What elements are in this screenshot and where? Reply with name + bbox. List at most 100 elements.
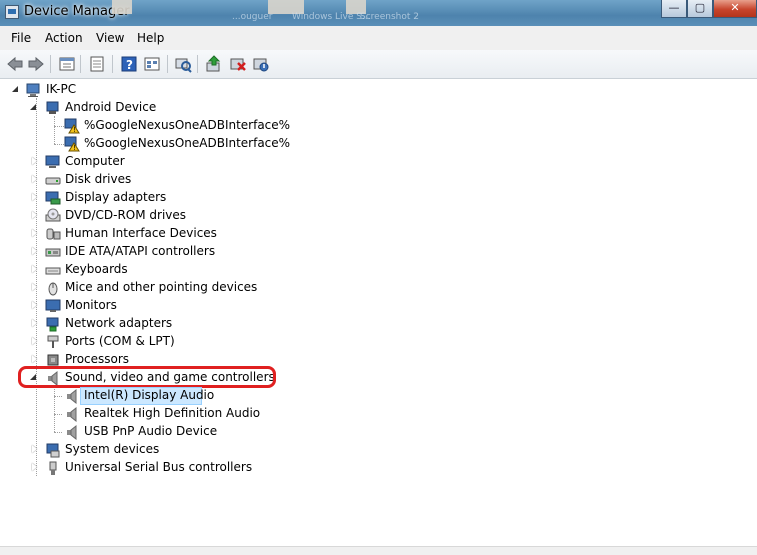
tree-root-label: IK-PC: [46, 82, 77, 96]
tree-item-monitors[interactable]: Monitors: [0, 297, 757, 315]
tree-child-realtek-audio[interactable]: Realtek High Definition Audio: [0, 405, 757, 423]
menu-file[interactable]: File: [11, 31, 31, 45]
tree-item-label: Ports (COM & LPT): [65, 334, 175, 348]
tree-item-label: Network adapters: [65, 316, 173, 330]
scan-icon[interactable]: [174, 55, 192, 73]
maximize-button[interactable]: ▢: [687, 0, 713, 18]
tree-item-label: Disk drives: [65, 172, 132, 186]
expand-arrow-icon[interactable]: [31, 319, 39, 328]
computer-icon: [26, 82, 42, 98]
speaker-icon: [64, 388, 80, 405]
tree-item-computer[interactable]: Computer: [0, 153, 757, 171]
dvd-drive-icon: [45, 208, 61, 224]
tree-item-label: System devices: [65, 442, 160, 456]
tree-item-network-adapters[interactable]: Network adapters: [0, 315, 757, 333]
speaker-icon: [64, 424, 80, 441]
expand-arrow-icon[interactable]: [31, 247, 39, 256]
title-bar[interactable]: Device Manager ...ouguer Windows Live S.…: [0, 0, 757, 26]
taskbar-ghost-text: ...ouguer: [232, 12, 273, 22]
expand-arrow-icon[interactable]: [31, 283, 39, 292]
menu-action[interactable]: Action: [45, 31, 83, 45]
tree-item-ports[interactable]: Ports (COM & LPT): [0, 333, 757, 351]
speaker-icon: [64, 406, 80, 423]
tree-item-label: Display adapters: [65, 190, 167, 204]
expand-arrow-icon[interactable]: [31, 301, 39, 310]
close-button[interactable]: ✕: [713, 0, 757, 18]
svg-text:?: ?: [126, 58, 133, 72]
help-icon[interactable]: ?: [120, 55, 138, 73]
network-adapter-icon: [45, 316, 61, 332]
view-icon[interactable]: [143, 55, 161, 73]
disk-drive-icon: [45, 172, 61, 188]
properties-grid-icon[interactable]: [58, 55, 76, 73]
android-device-icon: [45, 100, 61, 116]
tree-item-display-adapters[interactable]: Display adapters: [0, 189, 757, 207]
view-list-icon[interactable]: [88, 55, 106, 73]
tree-item-system-devices[interactable]: System devices: [0, 441, 757, 459]
tree-item-label: Universal Serial Bus controllers: [65, 460, 253, 474]
ide-controller-icon: [45, 244, 61, 260]
taskbar-ghost-text: Screenshot 2: [360, 12, 419, 22]
expand-arrow-icon[interactable]: [31, 175, 39, 184]
tree-child-adb-interface[interactable]: ! %GoogleNexusOneADBInterface%: [0, 135, 757, 153]
tree-root[interactable]: IK-PC: [0, 81, 757, 99]
forward-icon[interactable]: [27, 55, 45, 73]
expand-arrow-icon[interactable]: [31, 265, 39, 274]
tree-child-label: USB PnP Audio Device: [84, 424, 218, 438]
tree-child-label: Realtek High Definition Audio: [84, 406, 261, 420]
tree-item-usb-controllers[interactable]: Universal Serial Bus controllers: [0, 459, 757, 477]
tree-item-label: Mice and other pointing devices: [65, 280, 258, 294]
expand-arrow-icon[interactable]: [31, 193, 39, 202]
system-devices-icon: [45, 442, 61, 458]
tree-child-intel-display-audio[interactable]: Intel(R) Display Audio: [0, 387, 757, 405]
collapse-arrow-icon[interactable]: [30, 103, 38, 112]
device-tree[interactable]: IK-PC Android Device ! %GoogleNexusOneAD…: [0, 80, 757, 546]
collapse-arrow-icon[interactable]: [12, 85, 20, 94]
svg-text:!: !: [73, 126, 76, 134]
usb-icon: [45, 460, 61, 476]
menu-view[interactable]: View: [96, 31, 124, 45]
disable-icon[interactable]: [252, 55, 270, 73]
tree-child-adb-interface[interactable]: ! %GoogleNexusOneADBInterface%: [0, 117, 757, 135]
tree-item-label: Keyboards: [65, 262, 128, 276]
uninstall-icon[interactable]: [229, 55, 247, 73]
expand-arrow-icon[interactable]: [31, 157, 39, 166]
hid-icon: [45, 226, 61, 242]
tree-item-mice[interactable]: Mice and other pointing devices: [0, 279, 757, 297]
tree-item-android-device[interactable]: Android Device: [0, 99, 757, 117]
expand-arrow-icon[interactable]: [31, 229, 39, 238]
tree-item-label: Monitors: [65, 298, 117, 312]
tree-item-label: DVD/CD-ROM drives: [65, 208, 187, 222]
toolbar: ?: [0, 50, 757, 79]
svg-text:!: !: [73, 144, 76, 152]
menu-bar: File Action View Help: [0, 26, 757, 51]
tree-item-label: Computer: [65, 154, 125, 168]
tree-item-disk-drives[interactable]: Disk drives: [0, 171, 757, 189]
warning-device-icon: !: [64, 136, 80, 152]
expand-arrow-icon[interactable]: [31, 355, 39, 364]
taskbar-thumbnail: [112, 0, 132, 14]
expand-arrow-icon[interactable]: [31, 211, 39, 220]
expand-arrow-icon[interactable]: [31, 445, 39, 454]
warning-device-icon: !: [64, 118, 80, 134]
tree-item-dvd-drives[interactable]: DVD/CD-ROM drives: [0, 207, 757, 225]
menu-help[interactable]: Help: [137, 31, 164, 45]
keyboard-icon: [45, 262, 61, 278]
tree-item-label: IDE ATA/ATAPI controllers: [65, 244, 216, 258]
expand-arrow-icon[interactable]: [31, 463, 39, 472]
expand-arrow-icon[interactable]: [31, 337, 39, 346]
mouse-icon: [45, 280, 61, 296]
update-driver-icon[interactable]: [205, 55, 223, 73]
tree-child-label: %GoogleNexusOneADBInterface%: [84, 136, 291, 150]
tree-item-label: Human Interface Devices: [65, 226, 217, 240]
red-highlight-annotation: [18, 366, 276, 388]
tree-item-hid[interactable]: Human Interface Devices: [0, 225, 757, 243]
back-icon[interactable]: [6, 55, 24, 73]
device-manager-icon: [5, 5, 19, 19]
taskbar-ghost-text: Windows Live S...: [292, 12, 371, 22]
minimize-button[interactable]: —: [661, 0, 687, 18]
tree-item-label: Processors: [65, 352, 130, 366]
tree-item-keyboards[interactable]: Keyboards: [0, 261, 757, 279]
tree-item-ide-controllers[interactable]: IDE ATA/ATAPI controllers: [0, 243, 757, 261]
tree-child-usb-audio[interactable]: USB PnP Audio Device: [0, 423, 757, 441]
